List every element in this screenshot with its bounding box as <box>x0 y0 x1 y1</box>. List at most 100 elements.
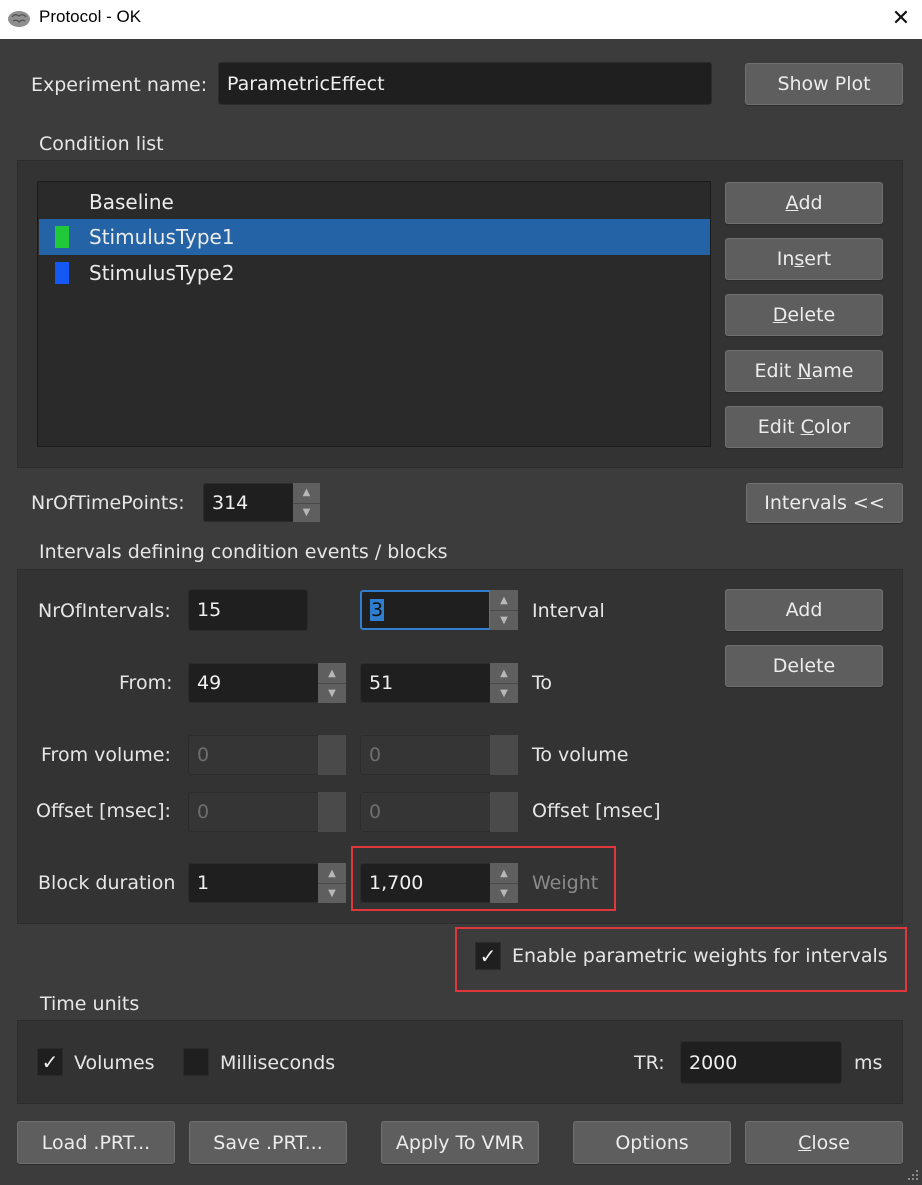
insert-condition-button[interactable]: In s ert <box>725 238 883 280</box>
chevron-up-icon <box>318 735 346 756</box>
intervals-group-label: Intervals defining condition events / bl… <box>39 541 448 563</box>
btn-mnemonic: C <box>798 1131 812 1154</box>
experiment-name-input[interactable]: ParametricEffect <box>218 62 712 105</box>
offset-right-input: 0 <box>360 792 491 832</box>
from-volume-stepper <box>318 735 346 775</box>
block-duration-value: 1 <box>197 872 210 894</box>
chevron-up-icon <box>318 792 346 813</box>
edit-color-button[interactable]: Edit Color <box>725 406 883 448</box>
btn-text: dd <box>798 192 823 214</box>
to-volume-input: 0 <box>360 735 491 775</box>
tr-label: TR: <box>634 1052 665 1074</box>
nr-intervals-label: NrOfIntervals: <box>38 600 171 622</box>
chevron-up-icon[interactable]: ▲ <box>490 863 518 884</box>
condition-list-label: Condition list <box>39 133 164 155</box>
btn-mnemonic: C <box>800 416 814 438</box>
chevron-up-icon[interactable]: ▲ <box>318 663 346 684</box>
weight-input[interactable]: 1,700 <box>360 863 491 903</box>
to-stepper[interactable]: ▲ ▼ <box>490 663 518 703</box>
btn-text: ame <box>811 360 854 382</box>
timepoints-input[interactable]: 314 <box>203 483 295 522</box>
offset-left-stepper <box>318 792 346 832</box>
list-item-label: StimulusType1 <box>89 225 235 249</box>
block-duration-stepper[interactable]: ▲ ▼ <box>318 863 346 903</box>
add-interval-button[interactable]: Add <box>725 589 883 631</box>
block-duration-input[interactable]: 1 <box>188 863 319 903</box>
window-title: Protocol - OK <box>39 7 142 26</box>
from-input[interactable]: 49 <box>188 663 319 703</box>
chevron-up-icon[interactable]: ▲ <box>490 663 518 684</box>
volumes-checkbox[interactable]: ✓ <box>37 1048 63 1076</box>
chevron-up-icon[interactable]: ▲ <box>293 483 320 504</box>
chevron-down-icon <box>490 755 518 775</box>
chevron-down-icon[interactable]: ▼ <box>318 883 346 903</box>
timepoints-label: NrOfTimePoints: <box>31 492 185 514</box>
to-input[interactable]: 51 <box>360 663 491 703</box>
chevron-down-icon[interactable]: ▼ <box>490 610 518 630</box>
btn-text: lose <box>811 1131 850 1154</box>
milliseconds-label[interactable]: Milliseconds <box>220 1052 335 1074</box>
milliseconds-checkbox[interactable] <box>183 1048 209 1076</box>
chevron-up-icon[interactable]: ▲ <box>318 863 346 884</box>
edit-name-button[interactable]: Edit Name <box>725 350 883 392</box>
apply-to-vmr-button[interactable]: Apply To VMR <box>381 1121 539 1164</box>
chevron-down-icon[interactable]: ▼ <box>490 683 518 703</box>
current-interval-stepper[interactable]: ▲ ▼ <box>490 590 518 630</box>
offset-right-label: Offset [msec] <box>532 800 661 822</box>
from-volume-input: 0 <box>188 735 319 775</box>
delete-condition-button[interactable]: Delete <box>725 294 883 336</box>
brain-icon <box>6 8 32 34</box>
checkmark-icon: ✓ <box>41 1050 59 1074</box>
from-label: From: <box>119 672 173 694</box>
list-item[interactable]: StimulusType2 <box>39 255 710 291</box>
nr-intervals-value: 15 <box>197 599 222 621</box>
close-icon[interactable]: ✕ <box>884 2 918 36</box>
list-item-label: StimulusType2 <box>89 261 235 285</box>
offset-left-input: 0 <box>188 792 319 832</box>
experiment-name-label: Experiment name: <box>31 74 208 96</box>
weight-value: 1,700 <box>369 872 424 894</box>
timepoints-stepper[interactable]: ▲ ▼ <box>293 483 320 522</box>
condition-listbox[interactable]: Baseline StimulusType1 StimulusType2 <box>37 181 711 447</box>
delete-interval-button[interactable]: Delete <box>725 645 883 687</box>
current-interval-input[interactable]: 3 <box>360 590 491 630</box>
btn-text: Edit <box>757 416 801 438</box>
title-bar: Protocol - OK ✕ <box>0 0 922 39</box>
tr-value: 2000 <box>689 1051 738 1074</box>
close-button[interactable]: Close <box>745 1121 903 1164</box>
list-item[interactable]: Baseline <box>39 184 710 220</box>
parametric-weights-checkbox[interactable]: ✓ <box>475 942 501 970</box>
color-swatch <box>55 191 69 213</box>
to-label: To <box>532 672 553 694</box>
options-button[interactable]: Options <box>573 1121 731 1164</box>
weight-label: Weight <box>532 872 599 894</box>
list-item-label: Baseline <box>89 190 174 214</box>
list-item[interactable]: StimulusType1 <box>39 219 710 255</box>
weight-stepper[interactable]: ▲ ▼ <box>490 863 518 903</box>
to-volume-label: To volume <box>532 744 629 766</box>
resize-grip-icon[interactable] <box>905 1166 919 1180</box>
from-stepper[interactable]: ▲ ▼ <box>318 663 346 703</box>
chevron-down-icon[interactable]: ▼ <box>293 503 320 523</box>
show-plot-button[interactable]: Show Plot <box>745 63 903 105</box>
load-prt-button[interactable]: Load .PRT... <box>17 1121 175 1164</box>
color-swatch <box>55 262 69 284</box>
offset-right-stepper <box>490 792 518 832</box>
chevron-down-icon[interactable]: ▼ <box>490 883 518 903</box>
nr-intervals-input[interactable]: 15 <box>188 589 308 631</box>
intervals-toggle-button[interactable]: Intervals << <box>746 483 903 523</box>
btn-text: olor <box>813 416 851 438</box>
chevron-down-icon[interactable]: ▼ <box>318 683 346 703</box>
add-condition-button[interactable]: Add <box>725 182 883 224</box>
tr-input[interactable]: 2000 <box>680 1041 842 1084</box>
save-prt-button[interactable]: Save .PRT... <box>189 1121 347 1164</box>
parametric-weights-label[interactable]: Enable parametric weights for intervals <box>512 945 888 967</box>
btn-text: elete <box>787 304 836 326</box>
volumes-label[interactable]: Volumes <box>74 1052 155 1074</box>
chevron-up-icon[interactable]: ▲ <box>490 590 518 611</box>
chevron-down-icon <box>490 812 518 832</box>
offset-left-value: 0 <box>197 801 210 823</box>
btn-mnemonic: s <box>794 248 805 270</box>
from-volume-label: From volume: <box>41 744 171 766</box>
offset-right-value: 0 <box>369 801 382 823</box>
